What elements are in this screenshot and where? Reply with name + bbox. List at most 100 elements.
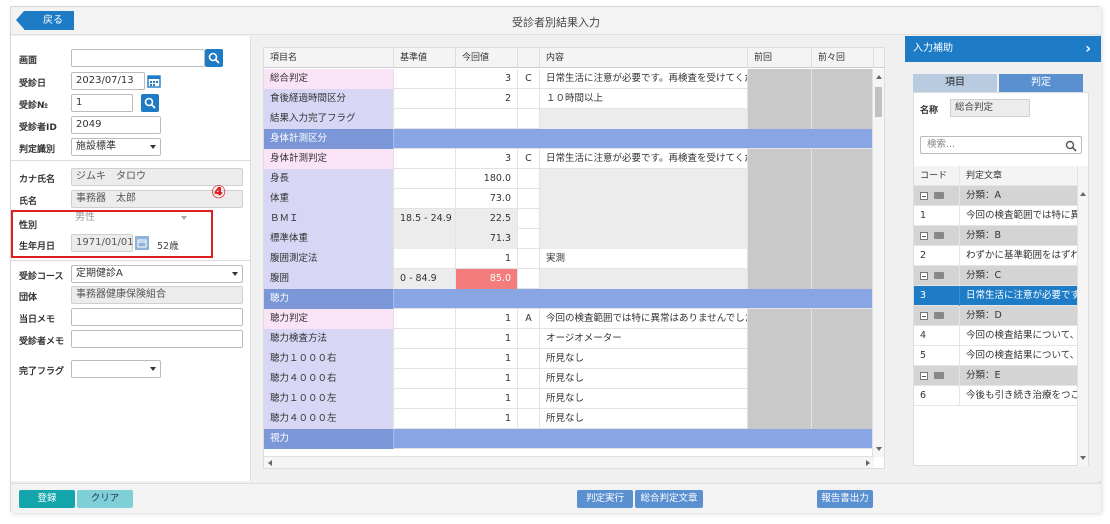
previous-2-value-cell[interactable] <box>812 349 874 369</box>
base-value-cell[interactable] <box>394 409 456 429</box>
report-output-button[interactable]: 報告書出力 <box>817 490 873 508</box>
code-cell[interactable] <box>518 189 540 209</box>
item-name-cell[interactable]: 食後経過時間区分 <box>264 89 394 109</box>
exam-date-input[interactable]: 2023/07/13 <box>71 72 145 90</box>
table-row[interactable]: 総合判定 3 C 日常生活に注意が必要です。再検査を受けてくださ <box>264 69 874 89</box>
previous-2-value-cell[interactable] <box>812 169 874 189</box>
previous-value-cell[interactable] <box>748 89 812 109</box>
table-row[interactable]: 身長 180.0 <box>264 169 874 189</box>
code-cell[interactable] <box>518 369 540 389</box>
code-cell[interactable] <box>518 409 540 429</box>
base-value-cell[interactable] <box>394 109 456 129</box>
previous-2-value-cell[interactable] <box>812 189 874 209</box>
col-text-header[interactable]: 判定文章 <box>960 166 1078 186</box>
base-value-cell[interactable] <box>394 309 456 329</box>
screen-search-button[interactable] <box>205 49 223 67</box>
list-item[interactable]: 6 今後も引き続き治療をつこ <box>914 386 1078 406</box>
current-value-cell[interactable]: 1 <box>456 329 518 349</box>
chevron-right-icon[interactable]: › <box>1085 36 1091 62</box>
screen-input[interactable] <box>71 49 205 67</box>
group-toggle[interactable] <box>914 266 960 286</box>
col-base[interactable]: 基準値 <box>394 48 456 68</box>
collapse-icon[interactable] <box>920 272 928 280</box>
complete-flag-select[interactable] <box>71 360 161 378</box>
base-value-cell[interactable] <box>394 389 456 409</box>
base-value-cell[interactable] <box>394 69 456 89</box>
item-name-cell[interactable]: 聴力検査方法 <box>264 329 394 349</box>
previous-value-cell[interactable] <box>748 149 812 169</box>
table-row[interactable]: 標準体重 71.3 <box>264 229 874 249</box>
code-cell[interactable]: C <box>518 69 540 89</box>
base-value-cell[interactable] <box>394 249 456 269</box>
scroll-thumb[interactable] <box>875 87 882 117</box>
base-value-cell[interactable] <box>394 189 456 209</box>
current-value-cell[interactable]: 73.0 <box>456 189 518 209</box>
previous-value-cell[interactable] <box>748 409 812 429</box>
code-cell[interactable] <box>518 229 540 249</box>
table-row[interactable]: 聴力１０００左 1 所見なし <box>264 389 874 409</box>
previous-2-value-cell[interactable] <box>812 309 874 329</box>
register-button[interactable]: 登録 <box>19 490 75 508</box>
content-cell[interactable]: 日常生活に注意が必要です。再検査を受けてくださ <box>540 69 748 89</box>
table-row[interactable]: 聴力１０００右 1 所見なし <box>264 349 874 369</box>
table-row[interactable]: ＢＭＩ 18.5 - 24.9 22.5 <box>264 209 874 229</box>
item-name-cell[interactable]: 腹囲 <box>264 269 394 289</box>
item-name-cell[interactable]: 聴力１０００左 <box>264 389 394 409</box>
tab-judge[interactable]: 判定 <box>999 74 1083 92</box>
judge-group-row[interactable]: 分類：C <box>914 266 1078 286</box>
patient-memo-input[interactable] <box>71 330 243 348</box>
item-name-cell[interactable]: 体重 <box>264 189 394 209</box>
content-cell[interactable] <box>540 209 748 229</box>
grid-section-row[interactable]: 聴力 <box>264 289 874 309</box>
collapse-icon[interactable] <box>920 232 928 240</box>
base-value-cell[interactable]: 0 - 84.9 <box>394 269 456 289</box>
base-value-cell[interactable]: 18.5 - 24.9 <box>394 209 456 229</box>
previous-value-cell[interactable] <box>748 189 812 209</box>
grid-vertical-scrollbar[interactable] <box>872 69 884 457</box>
table-row[interactable]: 聴力判定 1 A 今回の検査範囲では特に異常はありませんでした。 <box>264 309 874 329</box>
section-name-cell[interactable]: 聴力 <box>264 289 394 309</box>
code-cell[interactable] <box>518 209 540 229</box>
content-cell[interactable]: 所見なし <box>540 369 748 389</box>
scroll-right-icon[interactable] <box>866 460 870 466</box>
previous-2-value-cell[interactable] <box>812 369 874 389</box>
judge-group-row[interactable]: 分類：B <box>914 226 1078 246</box>
content-cell[interactable]: オージオメーター <box>540 329 748 349</box>
scroll-left-icon[interactable] <box>268 460 272 466</box>
code-cell[interactable] <box>518 269 540 289</box>
item-name-cell[interactable]: ＢＭＩ <box>264 209 394 229</box>
content-cell[interactable] <box>540 189 748 209</box>
current-value-cell[interactable]: 3 <box>456 69 518 89</box>
table-row[interactable]: 食後経過時間区分 2 １０時間以上 <box>264 89 874 109</box>
content-cell[interactable]: 所見なし <box>540 389 748 409</box>
col-current[interactable]: 今回値 <box>456 48 518 68</box>
content-cell[interactable] <box>540 169 748 189</box>
code-cell[interactable]: C <box>518 149 540 169</box>
judge-group-row[interactable]: 分類：E <box>914 366 1078 386</box>
previous-value-cell[interactable] <box>748 329 812 349</box>
previous-2-value-cell[interactable] <box>812 389 874 409</box>
code-cell[interactable] <box>518 89 540 109</box>
item-name-cell[interactable]: 標準体重 <box>264 229 394 249</box>
previous-2-value-cell[interactable] <box>812 229 874 249</box>
previous-2-value-cell[interactable] <box>812 209 874 229</box>
content-cell[interactable] <box>540 269 748 289</box>
previous-value-cell[interactable] <box>748 249 812 269</box>
current-value-cell[interactable]: 85.0 <box>456 269 518 289</box>
current-value-cell[interactable] <box>456 109 518 129</box>
table-row[interactable]: 腹囲 0 - 84.9 85.0 <box>264 269 874 289</box>
left-splitter[interactable] <box>252 36 260 481</box>
judge-execute-button[interactable]: 判定実行 <box>577 490 633 508</box>
grid-horizontal-scrollbar[interactable] <box>264 456 874 468</box>
item-name-cell[interactable]: 聴力判定 <box>264 309 394 329</box>
list-item[interactable]: 4 今回の検査結果について、 <box>914 326 1078 346</box>
content-cell[interactable]: 実測 <box>540 249 748 269</box>
previous-value-cell[interactable] <box>748 109 812 129</box>
current-value-cell[interactable]: 3 <box>456 149 518 169</box>
previous-2-value-cell[interactable] <box>812 89 874 109</box>
section-name-cell[interactable]: 視力 <box>264 429 394 449</box>
content-cell[interactable]: 所見なし <box>540 409 748 429</box>
patient-id-input[interactable]: 2049 <box>71 116 161 134</box>
table-row[interactable]: 聴力検査方法 1 オージオメーター <box>264 329 874 349</box>
current-value-cell[interactable]: 180.0 <box>456 169 518 189</box>
